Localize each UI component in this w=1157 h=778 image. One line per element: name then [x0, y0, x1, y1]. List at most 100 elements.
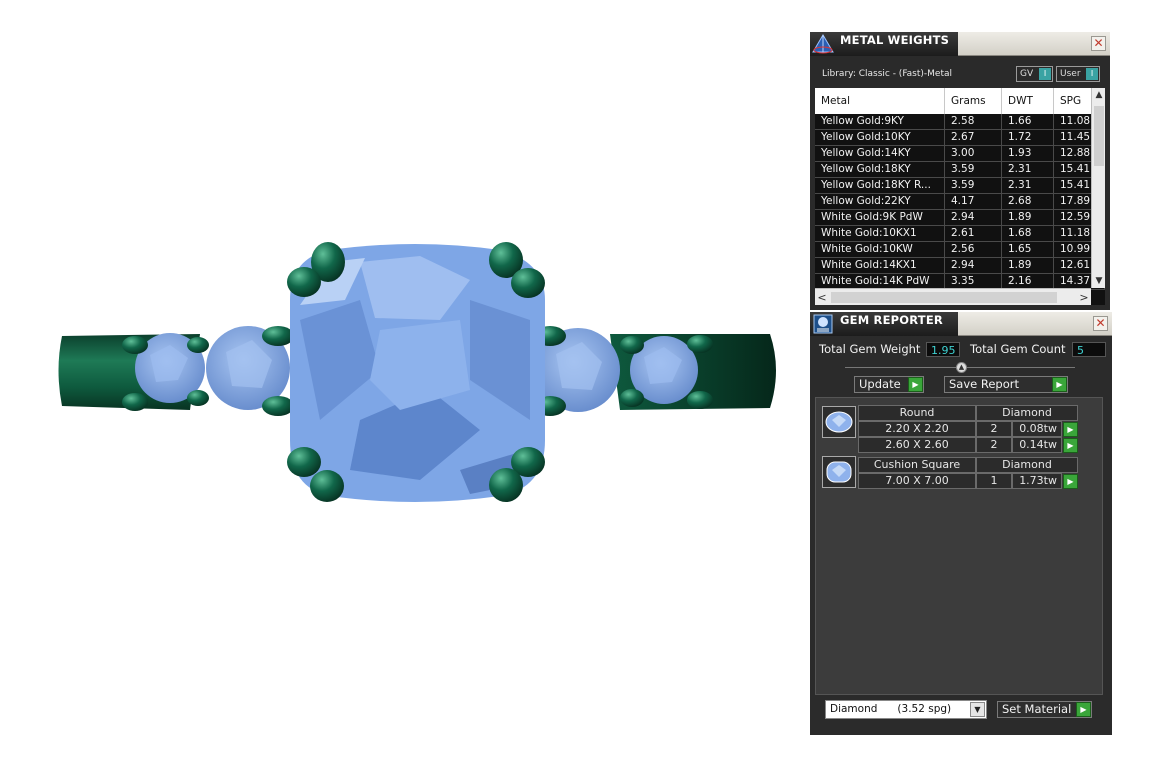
gv-toggle[interactable]: GV I: [1016, 66, 1053, 82]
gem-reporter-panel: GEM REPORTER ✕ Total Gem Weight 1.95 Tot…: [810, 312, 1112, 735]
table-row[interactable]: Yellow Gold:18KY R... 3.59 2.31 15.41: [815, 178, 1105, 194]
metal-weights-title: METAL WEIGHTS: [840, 33, 950, 47]
select-gems-icon[interactable]: ▶: [1063, 474, 1078, 489]
dwt-cell: 1.93: [1002, 146, 1054, 162]
dwt-cell: 1.68: [1002, 226, 1054, 242]
table-row[interactable]: Yellow Gold:22KY 4.17 2.68 17.89: [815, 194, 1105, 210]
grams-cell: 2.56: [945, 242, 1002, 258]
chevron-down-icon[interactable]: ▼: [970, 702, 985, 717]
metal-cell: Yellow Gold:9KY: [815, 114, 945, 130]
metal-cell: Yellow Gold:14KY: [815, 146, 945, 162]
user-toggle[interactable]: User I: [1056, 66, 1100, 82]
grams-cell: 2.94: [945, 210, 1002, 226]
play-icon: ▶: [908, 377, 923, 392]
gem-shape-cell: Round: [858, 405, 976, 421]
metal-cell: Yellow Gold:18KY R...: [815, 178, 945, 194]
grams-cell: 2.61: [945, 226, 1002, 242]
table-row[interactable]: White Gold:10KW 2.56 1.65 10.99: [815, 242, 1105, 258]
grams-cell: 2.67: [945, 130, 1002, 146]
metal-cell: Yellow Gold:22KY: [815, 194, 945, 210]
dwt-cell: 1.89: [1002, 258, 1054, 274]
gem-count-cell: 1: [976, 473, 1012, 489]
save-report-button[interactable]: Save Report ▶: [944, 376, 1068, 393]
metal-cell: White Gold:10KX1: [815, 226, 945, 242]
column-header-dwt[interactable]: DWT: [1002, 88, 1054, 114]
ring-render: [58, 242, 776, 502]
set-material-button[interactable]: Set Material ▶: [997, 701, 1092, 718]
round-gem-thumbnail[interactable]: [822, 406, 856, 438]
grams-cell: 2.58: [945, 114, 1002, 130]
table-row[interactable]: Yellow Gold:10KY 2.67 1.72 11.45: [815, 130, 1105, 146]
gem-size-cell: 7.00 X 7.00: [858, 473, 976, 489]
metal-weights-titlebar[interactable]: METAL WEIGHTS ✕: [810, 32, 1110, 56]
gv-toggle-label: GV: [1020, 69, 1034, 79]
grams-cell: 3.59: [945, 178, 1002, 194]
scroll-up-icon[interactable]: ▲: [1092, 88, 1106, 102]
column-header-metal[interactable]: Metal: [815, 88, 945, 114]
scroll-thumb[interactable]: [831, 292, 1057, 303]
cushion-gem-thumbnail[interactable]: [822, 456, 856, 488]
dwt-cell: 2.31: [1002, 178, 1054, 194]
table-row[interactable]: Yellow Gold:18KY 3.59 2.31 15.41: [815, 162, 1105, 178]
save-report-label: Save Report: [949, 377, 1020, 391]
table-row[interactable]: Yellow Gold:9KY 2.58 1.66 11.08: [815, 114, 1105, 130]
user-toggle-label: User: [1060, 69, 1081, 79]
update-button[interactable]: Update ▶: [854, 376, 924, 393]
material-select-value: Diamond (3.52 spg): [830, 703, 952, 715]
metal-weights-panel: METAL WEIGHTS ✕ Library: Classic - (Fast…: [810, 32, 1110, 310]
center-cushion-stone: [290, 244, 545, 502]
gem-count-cell: 2: [976, 421, 1012, 437]
gem-reporter-icon: [813, 314, 833, 334]
vertical-scrollbar[interactable]: ▲ ▼: [1091, 88, 1105, 288]
round-gem-icon: [825, 411, 853, 433]
gem-weight-cell: 1.73tw: [1012, 473, 1062, 489]
dwt-cell: 2.68: [1002, 194, 1054, 210]
metal-cell: White Gold:9K PdW: [815, 210, 945, 226]
metal-cell: Yellow Gold:10KY: [815, 130, 945, 146]
gem-results-list: Round Diamond 2.20 X 2.20 2 0.08tw ▶ 2.6…: [815, 397, 1103, 695]
select-gems-icon[interactable]: ▶: [1063, 438, 1078, 453]
3d-viewport[interactable]: [0, 0, 805, 774]
scroll-thumb[interactable]: [1094, 106, 1104, 166]
cushion-gem-icon: [826, 461, 852, 483]
horizontal-scrollbar[interactable]: < >: [815, 288, 1091, 305]
table-row[interactable]: White Gold:14KX1 2.94 1.89 12.61: [815, 258, 1105, 274]
dwt-cell: 2.31: [1002, 162, 1054, 178]
column-header-grams[interactable]: Grams: [945, 88, 1002, 114]
table-row[interactable]: Yellow Gold:14KY 3.00 1.93 12.88: [815, 146, 1105, 162]
set-material-label: Set Material: [1002, 702, 1072, 716]
metal-cell: White Gold:14KX1: [815, 258, 945, 274]
total-gem-weight-label: Total Gem Weight: [819, 342, 921, 356]
dwt-cell: 1.72: [1002, 130, 1054, 146]
play-icon: ▶: [1076, 702, 1091, 717]
gem-size-cell: 2.20 X 2.20: [858, 421, 976, 437]
user-toggle-switch[interactable]: I: [1086, 68, 1098, 80]
gem-reporter-titlebar[interactable]: GEM REPORTER ✕: [810, 312, 1112, 336]
table-row[interactable]: White Gold:9K PdW 2.94 1.89 12.59: [815, 210, 1105, 226]
scroll-right-icon[interactable]: >: [1077, 289, 1091, 306]
gem-shape-cell: Cushion Square: [858, 457, 976, 473]
grams-cell: 3.59: [945, 162, 1002, 178]
metal-weights-icon: [812, 34, 834, 54]
grams-cell: 3.00: [945, 146, 1002, 162]
scroll-left-icon[interactable]: <: [815, 289, 829, 306]
metal-cell: Yellow Gold:18KY: [815, 162, 945, 178]
gem-count-cell: 2: [976, 437, 1012, 453]
select-gems-icon[interactable]: ▶: [1063, 422, 1078, 437]
material-select[interactable]: Diamond (3.52 spg) ▼: [825, 700, 987, 719]
metal-weights-table: Metal Grams DWT SPG Yellow Gold:9KY 2.58…: [815, 88, 1105, 305]
gv-toggle-switch[interactable]: I: [1039, 68, 1051, 80]
scroll-down-icon[interactable]: ▼: [1092, 274, 1106, 288]
collapse-icon[interactable]: ▲: [956, 362, 967, 373]
close-icon[interactable]: ✕: [1091, 36, 1106, 51]
total-gem-weight-value: 1.95: [926, 342, 960, 357]
total-gem-count-label: Total Gem Count: [970, 342, 1066, 356]
table-row[interactable]: White Gold:10KX1 2.61 1.68 11.18: [815, 226, 1105, 242]
update-label: Update: [859, 377, 901, 391]
gem-weight-cell: 0.14tw: [1012, 437, 1062, 453]
grams-cell: 2.94: [945, 258, 1002, 274]
gem-material-cell: Diamond: [976, 457, 1078, 473]
close-icon[interactable]: ✕: [1093, 316, 1108, 331]
dwt-cell: 1.89: [1002, 210, 1054, 226]
gem-reporter-title: GEM REPORTER: [840, 313, 943, 327]
